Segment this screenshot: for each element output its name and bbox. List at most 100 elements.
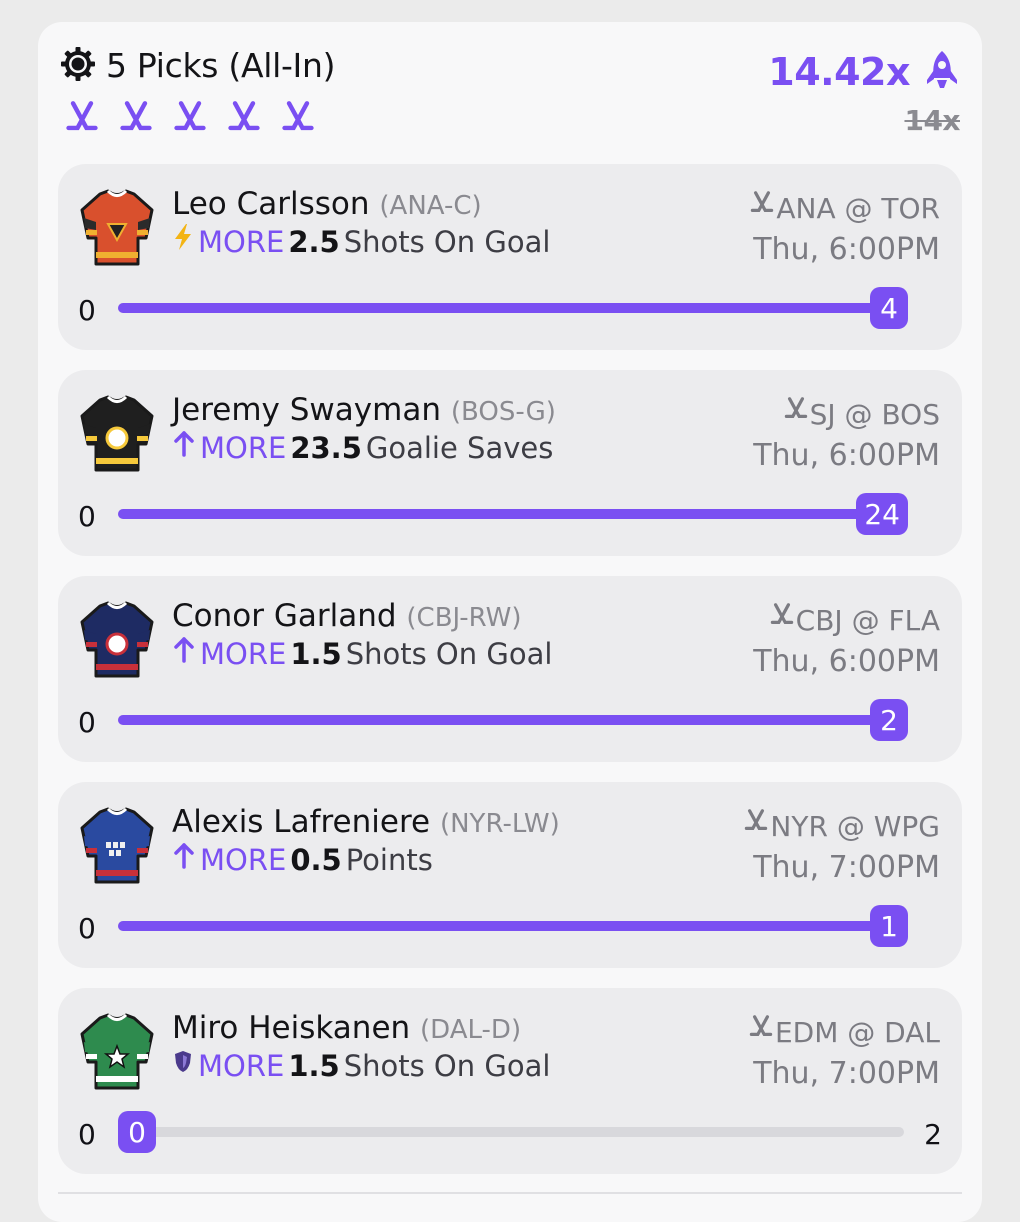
pick-line-value: 23.5 <box>290 431 362 465</box>
shield-icon <box>172 1046 194 1086</box>
hockey-sticks-icon <box>749 1012 773 1053</box>
hockey-sticks-icon <box>226 100 262 142</box>
game-info: SJ @ BOS Thu, 6:00PM <box>753 394 940 476</box>
pick-projection: MORE 1.5 Shots On Goal <box>172 634 552 674</box>
player-position: (CBJ-RW) <box>406 603 522 633</box>
progress-track: 1 <box>118 905 908 947</box>
pick-direction: MORE <box>200 431 287 465</box>
progress-fill <box>118 509 904 519</box>
game-matchup: EDM @ DAL <box>774 1016 940 1049</box>
jersey-icon <box>78 1012 156 1094</box>
pick-direction: MORE <box>198 225 285 259</box>
game-time: Thu, 7:00PM <box>753 850 940 885</box>
pick-line-value: 2.5 <box>288 225 340 259</box>
pick-card[interactable]: Miro Heiskanen (DAL-D) MORE 1.5 Shots On Go… <box>58 988 962 1174</box>
progress-value: 2 <box>870 699 908 741</box>
game-info: ANA @ TOR Thu, 6:00PM <box>750 188 940 270</box>
jersey-icon <box>78 806 156 888</box>
game-matchup: SJ @ BOS <box>809 398 940 431</box>
player-name[interactable]: Miro Heiskanen <box>172 1010 410 1046</box>
pick-stat: Points <box>345 843 433 877</box>
progress-start: 0 <box>78 294 96 327</box>
progress-start: 0 <box>78 1118 96 1151</box>
player-name[interactable]: Alexis Lafreniere <box>172 804 430 840</box>
progress-value: 0 <box>118 1111 156 1153</box>
pick-projection: MORE 23.5 Goalie Saves <box>172 428 556 468</box>
multiplier-block: 14.42x 14x <box>768 50 960 137</box>
hockey-sticks-icon <box>118 100 154 142</box>
hockey-sticks-icon <box>172 100 208 142</box>
game-time: Thu, 6:00PM <box>753 232 940 267</box>
hockey-sticks-icon <box>744 806 768 847</box>
progress-value: 24 <box>856 493 908 535</box>
pick-stat: Shots On Goal <box>343 225 551 259</box>
hockey-sticks-icon <box>280 100 316 142</box>
hockey-sticks-icon <box>770 600 794 641</box>
pick-projection: MORE 1.5 Shots On Goal <box>172 1046 550 1086</box>
game-info: NYR @ WPG Thu, 7:00PM <box>744 806 940 888</box>
pick-direction: MORE <box>198 1049 285 1083</box>
player-position: (ANA-C) <box>379 191 482 221</box>
game-time: Thu, 6:00PM <box>753 438 940 473</box>
player-line: Miro Heiskanen (DAL-D) <box>172 1008 550 1050</box>
progress-start: 0 <box>78 500 96 533</box>
game-info: CBJ @ FLA Thu, 6:00PM <box>753 600 940 682</box>
player-name[interactable]: Jeremy Swayman <box>172 392 441 428</box>
arrow-up-icon <box>172 634 196 674</box>
progress-fill <box>118 921 904 931</box>
progress-fill <box>118 715 904 725</box>
progress-fill <box>118 303 904 313</box>
pick-stat: Shots On Goal <box>345 637 553 671</box>
pick-card[interactable]: Jeremy Swayman (BOS-G) MORE 23.5 Goalie Sav… <box>58 370 962 556</box>
jersey-icon <box>78 188 156 270</box>
lineup-header: 5 Picks (All-In) <box>60 46 335 142</box>
lineup-card: 5 Picks (All-In) 14.42x 14x Leo Carlsson… <box>38 22 982 1222</box>
player-position: (DAL-D) <box>420 1015 522 1045</box>
progress-track: 24 <box>118 493 908 535</box>
pick-direction: MORE <box>200 843 287 877</box>
pick-stat: Goalie Saves <box>365 431 554 465</box>
pick-line-value: 0.5 <box>290 843 342 877</box>
game-time: Thu, 6:00PM <box>753 644 940 679</box>
sport-icons <box>64 100 335 142</box>
progress-value: 1 <box>870 905 908 947</box>
player-line: Leo Carlsson (ANA-C) <box>172 184 550 226</box>
hockey-sticks-icon <box>750 188 774 229</box>
player-name[interactable]: Leo Carlsson <box>172 186 370 222</box>
jersey-icon <box>78 394 156 476</box>
game-info: EDM @ DAL Thu, 7:00PM <box>749 1012 940 1094</box>
player-line: Jeremy Swayman (BOS-G) <box>172 390 556 432</box>
game-matchup: NYR @ WPG <box>770 810 940 843</box>
rocket-icon <box>924 50 960 94</box>
player-name[interactable]: Conor Garland <box>172 598 397 634</box>
progress-end: 2 <box>924 1118 942 1151</box>
player-position: (NYR-LW) <box>439 809 560 839</box>
pick-direction: MORE <box>200 637 287 671</box>
pick-card[interactable]: Alexis Lafreniere (NYR-LW) MORE 0.5 Points N… <box>58 782 962 968</box>
progress-start: 0 <box>78 706 96 739</box>
player-position: (BOS-G) <box>450 397 556 427</box>
game-matchup: ANA @ TOR <box>776 192 940 225</box>
hockey-sticks-icon <box>784 394 808 435</box>
pick-line-value: 1.5 <box>288 1049 340 1083</box>
progress-track: 0 <box>118 1111 904 1153</box>
divider <box>58 1192 962 1194</box>
progress-start: 0 <box>78 912 96 945</box>
progress-track: 4 <box>118 287 908 329</box>
pick-card[interactable]: Leo Carlsson (ANA-C) MORE 2.5 Shots On Goal… <box>58 164 962 350</box>
player-line: Alexis Lafreniere (NYR-LW) <box>172 802 560 844</box>
pick-card[interactable]: Conor Garland (CBJ-RW) MORE 1.5 Shots On Go… <box>58 576 962 762</box>
lineup-title: 5 Picks (All-In) <box>106 46 336 85</box>
game-time: Thu, 7:00PM <box>753 1056 940 1091</box>
payout-multiplier: 14.42x <box>768 50 910 94</box>
arrow-up-icon <box>172 840 196 880</box>
pick-projection: MORE 2.5 Shots On Goal <box>172 222 550 262</box>
progress-value: 4 <box>870 287 908 329</box>
pick-stat: Shots On Goal <box>343 1049 551 1083</box>
pick-line-value: 1.5 <box>290 637 342 671</box>
jersey-icon <box>78 600 156 682</box>
pick-projection: MORE 0.5 Points <box>172 840 560 880</box>
game-matchup: CBJ @ FLA <box>795 604 940 637</box>
player-line: Conor Garland (CBJ-RW) <box>172 596 552 638</box>
lightning-icon <box>172 222 194 262</box>
